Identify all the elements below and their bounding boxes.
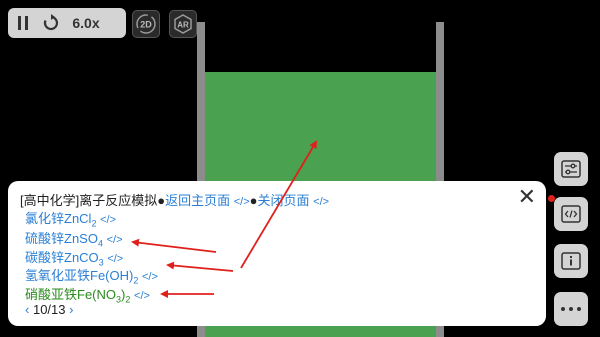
- arrow-to-feoh2: [166, 261, 234, 272]
- arrow-to-znso4: [131, 238, 217, 253]
- annotation-arrows: [131, 140, 318, 298]
- arrow-to-liquid: [240, 140, 318, 269]
